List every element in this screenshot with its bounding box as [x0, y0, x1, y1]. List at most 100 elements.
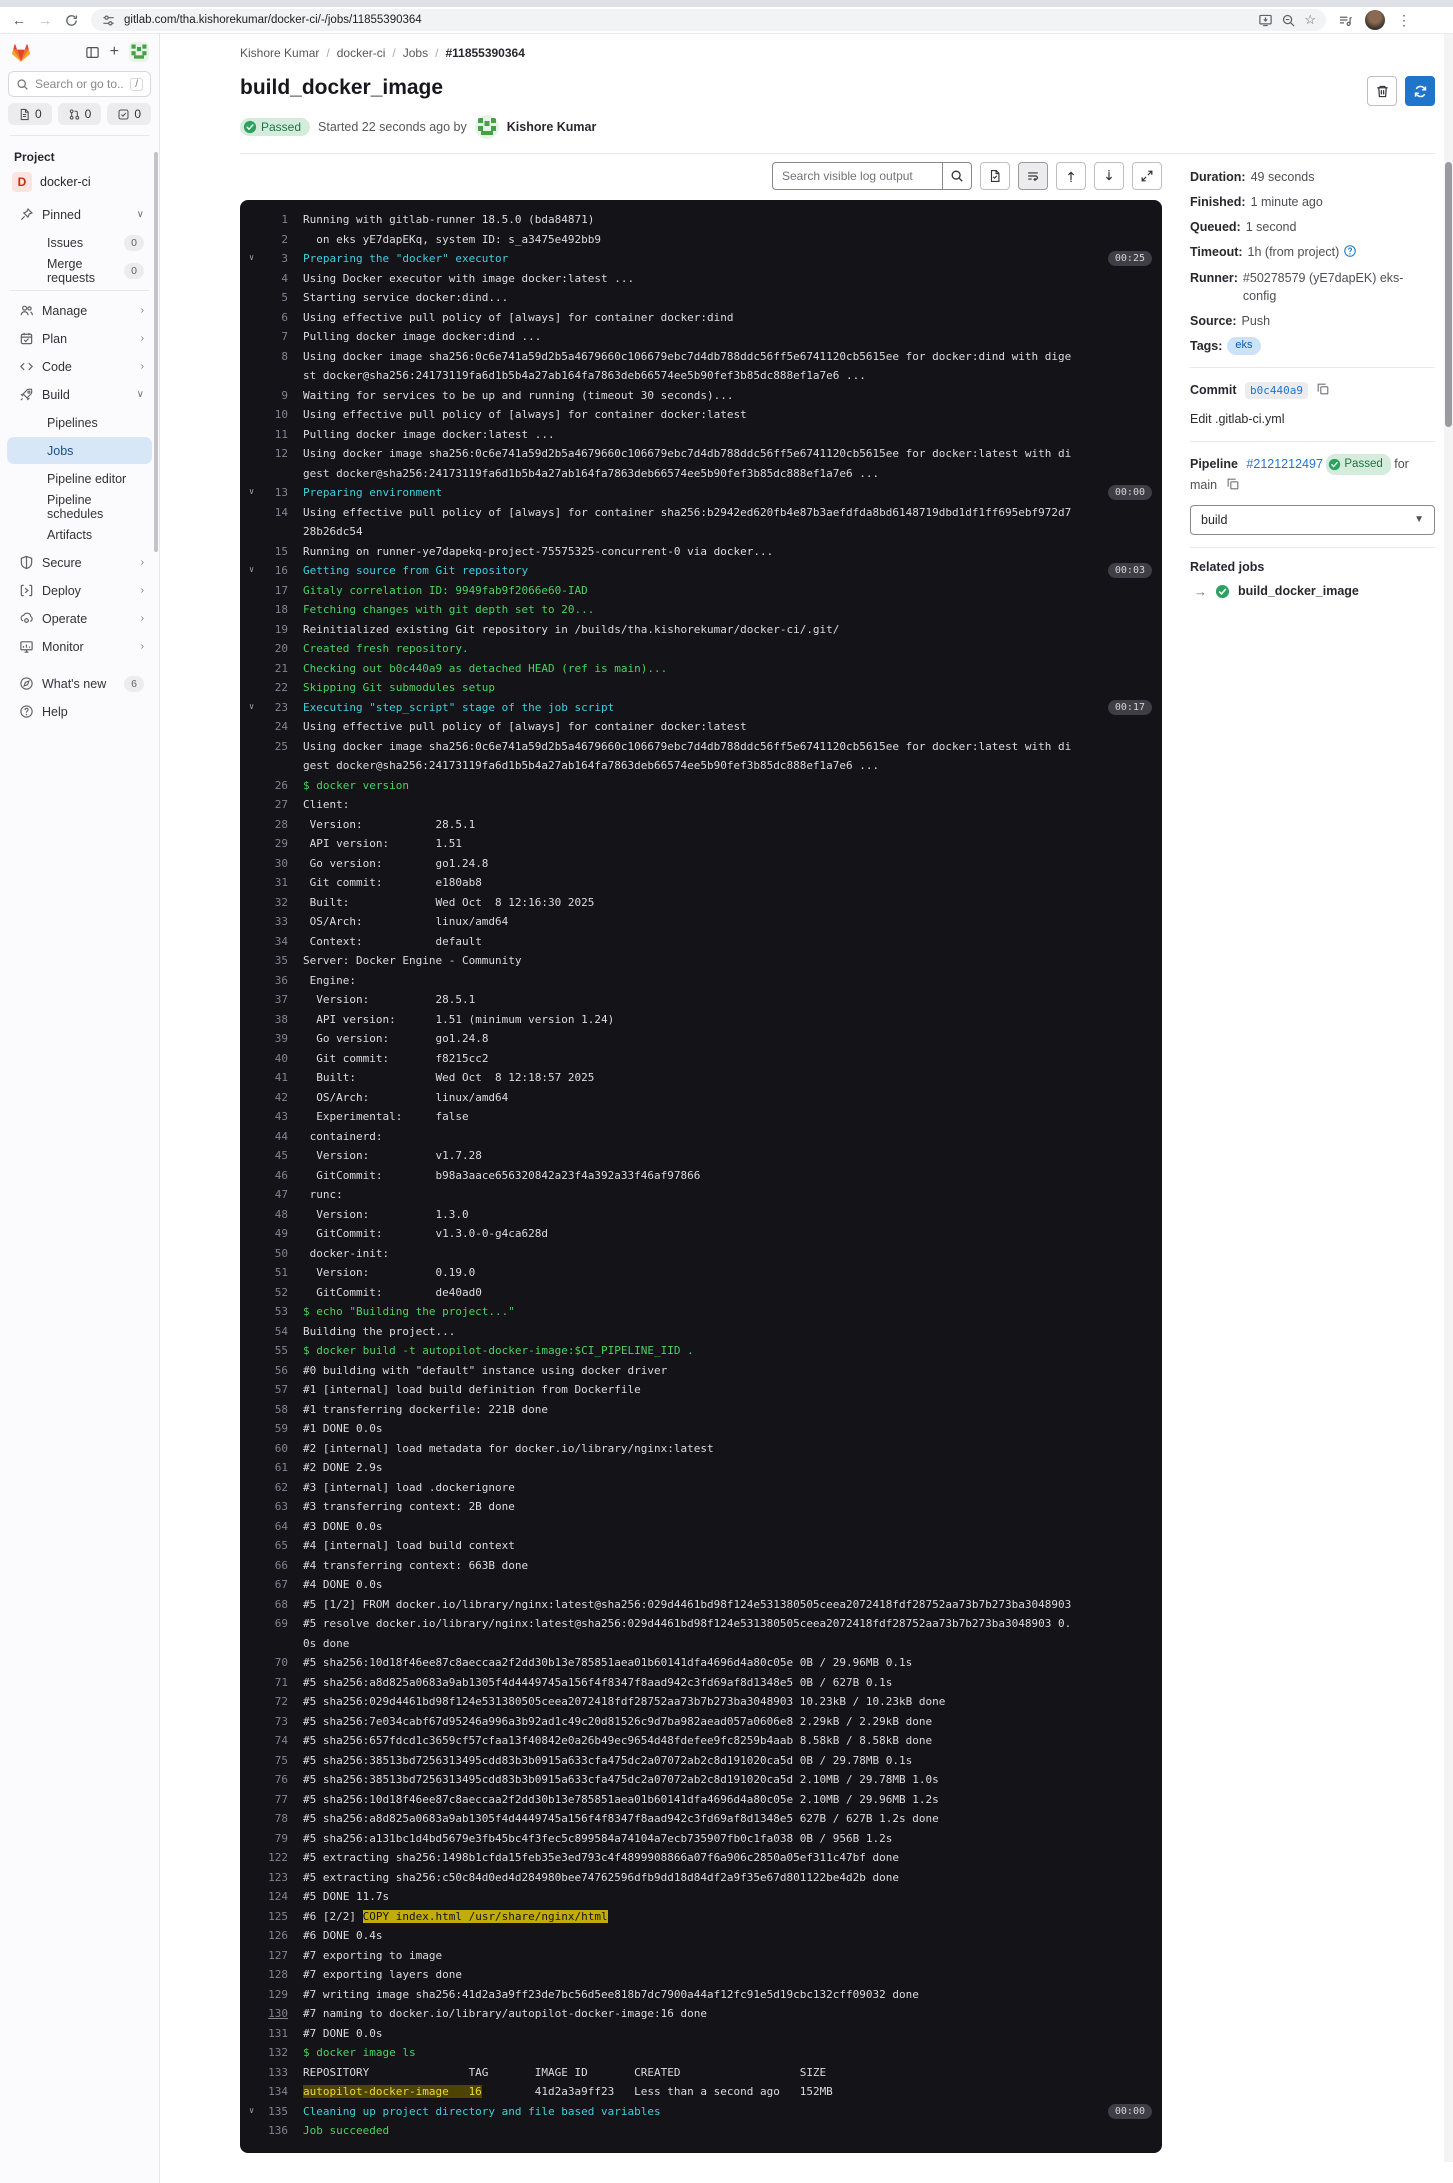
page-scrollbar-thumb[interactable] [1445, 162, 1452, 427]
commit-sha[interactable]: b0c440a9 [1245, 382, 1308, 399]
log-line-number[interactable]: 4 [240, 269, 288, 289]
breadcrumb-item[interactable]: Kishore Kumar [240, 46, 319, 60]
page-scrollbar[interactable] [1444, 34, 1453, 2162]
log-line-number[interactable]: 46 [240, 1166, 288, 1186]
log-line-number[interactable]: 50 [240, 1244, 288, 1264]
log-line-number[interactable]: 57 [240, 1380, 288, 1400]
pipeline-link[interactable]: #2121212497 [1246, 457, 1322, 471]
log-section-header[interactable]: ∨3Preparing the "docker" executor00:25 [240, 249, 1162, 269]
erase-job-log-button[interactable] [1367, 76, 1397, 106]
log-line-number[interactable]: 28 [240, 815, 288, 835]
user-avatar[interactable] [129, 42, 149, 62]
log-line-number[interactable]: 19 [240, 620, 288, 640]
log-line-number[interactable]: 131 [240, 2024, 288, 2044]
log-line-number[interactable]: 27 [240, 795, 288, 815]
log-line-number[interactable]: 136 [240, 2121, 288, 2141]
wrap-lines-button[interactable] [1018, 162, 1048, 190]
log-line-number[interactable]: 11 [240, 425, 288, 445]
author-avatar[interactable] [475, 115, 499, 139]
related-job-item[interactable]: → build_docker_image [1190, 584, 1435, 599]
log-line-number[interactable]: 32 [240, 893, 288, 913]
log-line-number[interactable]: 54 [240, 1322, 288, 1342]
log-line-number[interactable]: 36 [240, 971, 288, 991]
log-line-number[interactable]: 125 [240, 1907, 288, 1927]
log-line-number[interactable]: 62 [240, 1478, 288, 1498]
log-line-number[interactable]: 132 [240, 2043, 288, 2063]
log-line-number[interactable]: 77 [240, 1790, 288, 1810]
log-line-number[interactable]: 127 [240, 1946, 288, 1966]
log-line-number[interactable]: 42 [240, 1088, 288, 1108]
log-line-number[interactable]: 20 [240, 639, 288, 659]
log-line-number[interactable]: 6 [240, 308, 288, 328]
log-line-number[interactable]: 68 [240, 1595, 288, 1615]
log-line-number[interactable]: 12 [240, 444, 288, 483]
log-line-number[interactable]: 25 [240, 737, 288, 776]
log-line-number[interactable]: 8 [240, 347, 288, 386]
log-line-number[interactable]: 38 [240, 1010, 288, 1030]
log-line-number[interactable]: 70 [240, 1653, 288, 1673]
fullscreen-button[interactable] [1132, 162, 1162, 190]
log-line-number[interactable]: 72 [240, 1692, 288, 1712]
log-line-number[interactable]: 40 [240, 1049, 288, 1069]
log-line-number[interactable]: 123 [240, 1868, 288, 1888]
log-line-number[interactable]: 23 [240, 698, 288, 718]
log-line-number[interactable]: 21 [240, 659, 288, 679]
log-line-number[interactable]: 134 [240, 2082, 288, 2102]
todos-count-button[interactable]: 0 [107, 103, 151, 125]
edit-gitlab-ci-link[interactable]: Edit .gitlab-ci.yml [1190, 409, 1435, 429]
raw-log-button[interactable] [980, 162, 1010, 190]
sidebar-item-help[interactable]: Help [7, 698, 152, 725]
breadcrumb-item[interactable]: Jobs [403, 46, 428, 60]
section-chevron-icon[interactable]: ∨ [249, 483, 254, 503]
sidebar-project-item[interactable]: D docker-ci [0, 170, 159, 200]
sidebar-scrollbar[interactable] [154, 152, 158, 552]
log-line-number[interactable]: 74 [240, 1731, 288, 1751]
log-line-number[interactable]: 78 [240, 1809, 288, 1829]
log-line-number[interactable]: 133 [240, 2063, 288, 2083]
breadcrumb-item[interactable]: docker-ci [337, 46, 386, 60]
sidebar-item-pinned[interactable]: Pinned∨ [7, 201, 152, 228]
log-line-number[interactable]: 29 [240, 834, 288, 854]
log-line-number[interactable]: 60 [240, 1439, 288, 1459]
log-line-number[interactable]: 122 [240, 1848, 288, 1868]
log-line-number[interactable]: 61 [240, 1458, 288, 1478]
log-line-number[interactable]: 63 [240, 1497, 288, 1517]
log-line-number[interactable]: 17 [240, 581, 288, 601]
section-chevron-icon[interactable]: ∨ [249, 698, 254, 718]
copy-commit-icon[interactable] [1316, 382, 1330, 396]
sidebar-item-pipeline-schedules[interactable]: Pipeline schedules [7, 493, 152, 520]
back-button[interactable]: ← [12, 13, 26, 27]
log-line-number[interactable]: 49 [240, 1224, 288, 1244]
log-line-number[interactable]: 48 [240, 1205, 288, 1225]
log-line-number[interactable]: 34 [240, 932, 288, 952]
log-section-header[interactable]: ∨16Getting source from Git repository00:… [240, 561, 1162, 581]
log-line-number[interactable]: 75 [240, 1751, 288, 1771]
log-line-number[interactable]: 58 [240, 1400, 288, 1420]
breadcrumb-item[interactable]: #11855390364 [445, 46, 524, 60]
section-chevron-icon[interactable]: ∨ [249, 2102, 254, 2122]
log-line-number[interactable]: 64 [240, 1517, 288, 1537]
browser-menu-icon[interactable]: ⋮ [1397, 12, 1411, 29]
retry-job-button[interactable] [1405, 76, 1435, 106]
toggle-sidebar-icon[interactable] [85, 45, 100, 60]
sidebar-item-secure[interactable]: Secure› [7, 549, 152, 576]
merge-request-count-button[interactable]: 0 [58, 103, 102, 125]
forward-button[interactable]: → [38, 13, 52, 27]
media-playlist-icon[interactable] [1338, 13, 1353, 28]
log-line-number[interactable]: 51 [240, 1263, 288, 1283]
section-chevron-icon[interactable]: ∨ [249, 561, 254, 581]
log-line-number[interactable]: 67 [240, 1575, 288, 1595]
log-line-number[interactable]: 128 [240, 1965, 288, 1985]
log-line-number[interactable]: 41 [240, 1068, 288, 1088]
log-line-number[interactable]: 65 [240, 1536, 288, 1556]
log-line-number[interactable]: 73 [240, 1712, 288, 1732]
log-line-number[interactable]: 55 [240, 1341, 288, 1361]
log-search-button[interactable] [942, 162, 972, 190]
scroll-to-top-button[interactable] [1056, 162, 1086, 190]
log-line-number[interactable]: 56 [240, 1361, 288, 1381]
log-line-number[interactable]: 3 [240, 249, 288, 269]
refresh-icon[interactable] [64, 13, 79, 28]
log-line-number[interactable]: 7 [240, 327, 288, 347]
log-line-number[interactable]: 31 [240, 873, 288, 893]
sidebar-item-artifacts[interactable]: Artifacts [7, 521, 152, 548]
